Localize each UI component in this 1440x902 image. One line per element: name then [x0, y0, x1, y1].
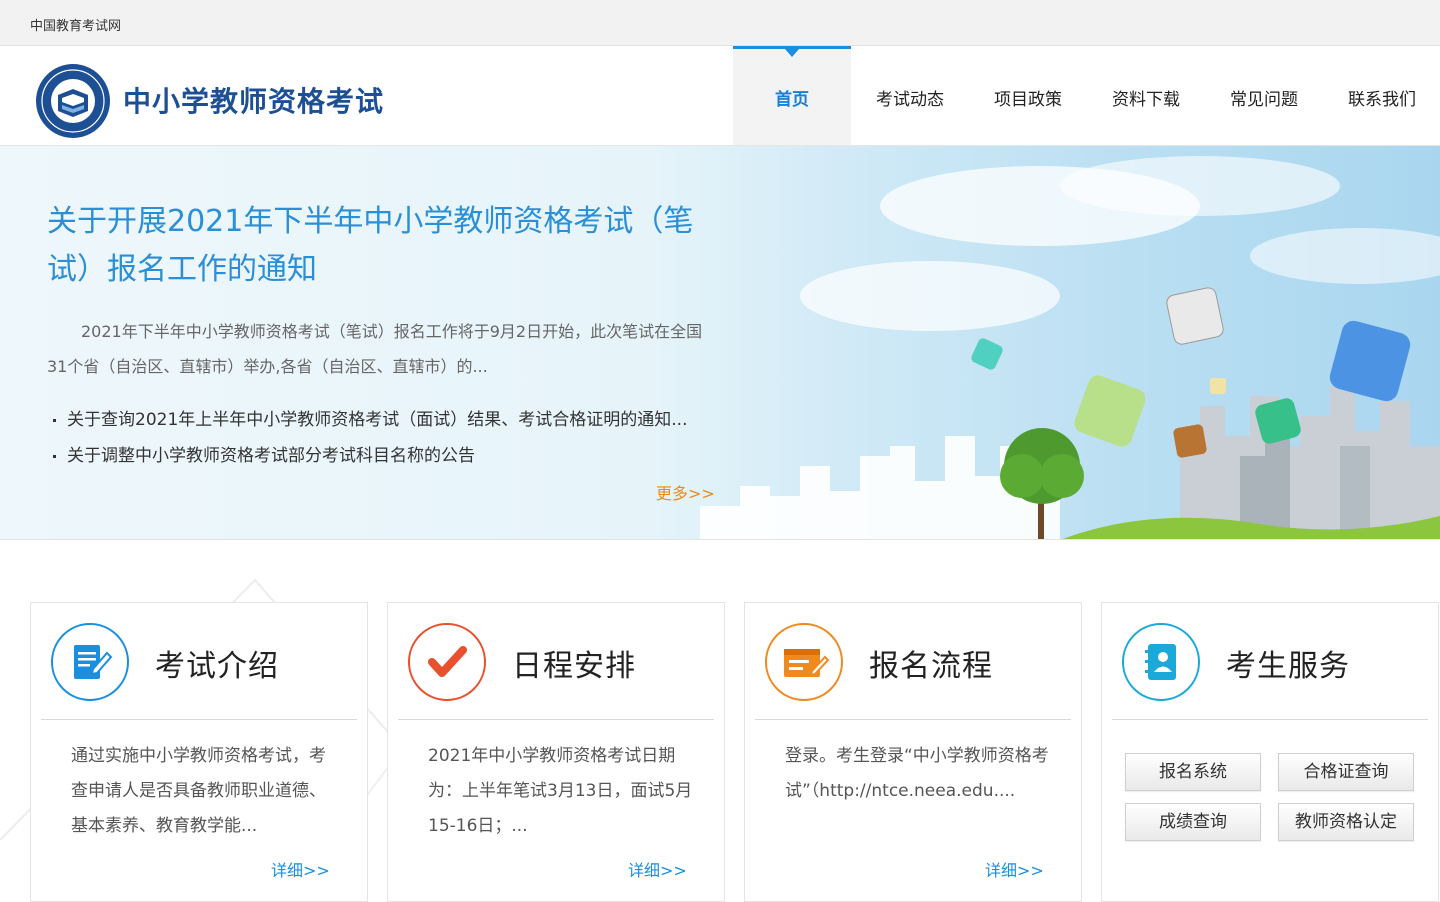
nav-policy[interactable]: 项目政策	[969, 46, 1087, 145]
card-text: 2021年中小学教师资格考试日期为：上半年笔试3月13日，面试5月15-16日；…	[428, 746, 693, 836]
site-header: 中小学教师资格考试 首页 考试动态 项目政策 资料下载 常见问题 联系我们	[0, 46, 1440, 146]
logo-emblem-icon[interactable]	[34, 62, 112, 140]
featured-news-headline[interactable]: 关于开展2021年下半年中小学教师资格考试（笔试）报名工作的通知	[47, 198, 707, 294]
nav-downloads-label: 资料下载	[1112, 90, 1180, 110]
nav-faq-label: 常见问题	[1230, 90, 1298, 110]
nav-downloads[interactable]: 资料下载	[1087, 46, 1205, 145]
bullet-icon	[53, 419, 56, 422]
hero-banner: 关于开展2021年下半年中小学教师资格考试（笔试）报名工作的通知 2021年下半…	[0, 146, 1440, 540]
contact-book-icon[interactable]	[1122, 623, 1200, 701]
more-news-link[interactable]: 更多>>	[656, 480, 715, 504]
news-list: 关于查询2021年上半年中小学教师资格考试（面试）结果、考试合格证明的通知...…	[47, 402, 707, 474]
card-registration-process: 报名流程 登录。考生登录“中小学教师资格考试”（http://ntce.neea…	[744, 602, 1082, 902]
card-text: 登录。考生登录“中小学教师资格考试”（http://ntce.neea.edu.…	[785, 746, 1049, 801]
registration-system-button[interactable]: 报名系统	[1125, 753, 1261, 791]
site-title[interactable]: 中小学教师资格考试	[123, 80, 384, 120]
card-schedule: 日程安排 2021年中小学教师资格考试日期为：上半年笔试3月13日，面试5月15…	[387, 602, 725, 902]
nav-home[interactable]: 首页	[733, 46, 851, 145]
nav-contact-label: 联系我们	[1348, 90, 1416, 110]
nav-contact[interactable]: 联系我们	[1323, 46, 1440, 145]
news-item-text: 关于查询2021年上半年中小学教师资格考试（面试）结果、考试合格证明的通知...	[67, 410, 688, 430]
card-title[interactable]: 报名流程	[869, 641, 993, 685]
card-exam-intro: 考试介绍 通过实施中小学教师资格考试，考查申请人是否具备教师职业道德、基本素养、…	[30, 602, 368, 902]
neea-site-link[interactable]: 中国教育考试网	[30, 15, 121, 34]
card-title[interactable]: 日程安排	[512, 641, 636, 685]
card-divider	[41, 719, 357, 720]
news-item[interactable]: 关于调整中小学教师资格考试部分考试科目名称的公告	[47, 438, 707, 474]
card-title[interactable]: 考生服务	[1226, 641, 1350, 685]
nav-home-label: 首页	[775, 90, 809, 110]
top-utility-bar: 中国教育考试网	[0, 0, 1440, 46]
document-pen-icon[interactable]	[51, 623, 129, 701]
card-title[interactable]: 考试介绍	[155, 641, 279, 685]
nav-faq[interactable]: 常见问题	[1205, 46, 1323, 145]
nav-exam-news-label: 考试动态	[876, 90, 944, 110]
card-text: 通过实施中小学教师资格考试，考查申请人是否具备教师职业道德、基本素养、教育教学能…	[71, 746, 326, 836]
form-edit-icon[interactable]	[765, 623, 843, 701]
checkmark-icon[interactable]	[408, 623, 486, 701]
card-detail-link[interactable]: 详细>>	[271, 857, 330, 881]
featured-news-summary: 2021年下半年中小学教师资格考试（笔试）报名工作将于9月2日开始，此次笔试在全…	[47, 322, 703, 376]
teacher-qualification-button[interactable]: 教师资格认定	[1278, 803, 1414, 841]
card-divider	[755, 719, 1071, 720]
nav-exam-news[interactable]: 考试动态	[851, 46, 969, 145]
news-item-text: 关于调整中小学教师资格考试部分考试科目名称的公告	[67, 446, 475, 466]
news-item[interactable]: 关于查询2021年上半年中小学教师资格考试（面试）结果、考试合格证明的通知...	[47, 402, 707, 438]
card-divider	[398, 719, 714, 720]
card-detail-link[interactable]: 详细>>	[985, 857, 1044, 881]
nav-policy-label: 项目政策	[994, 90, 1062, 110]
card-detail-link[interactable]: 详细>>	[628, 857, 687, 881]
bullet-icon	[53, 455, 56, 458]
certificate-query-button[interactable]: 合格证查询	[1278, 753, 1414, 791]
score-query-button[interactable]: 成绩查询	[1125, 803, 1261, 841]
card-divider	[1112, 719, 1428, 720]
card-candidate-services: 考生服务 报名系统 合格证查询 成绩查询 教师资格认定	[1101, 602, 1439, 902]
active-caret-icon	[785, 49, 799, 57]
